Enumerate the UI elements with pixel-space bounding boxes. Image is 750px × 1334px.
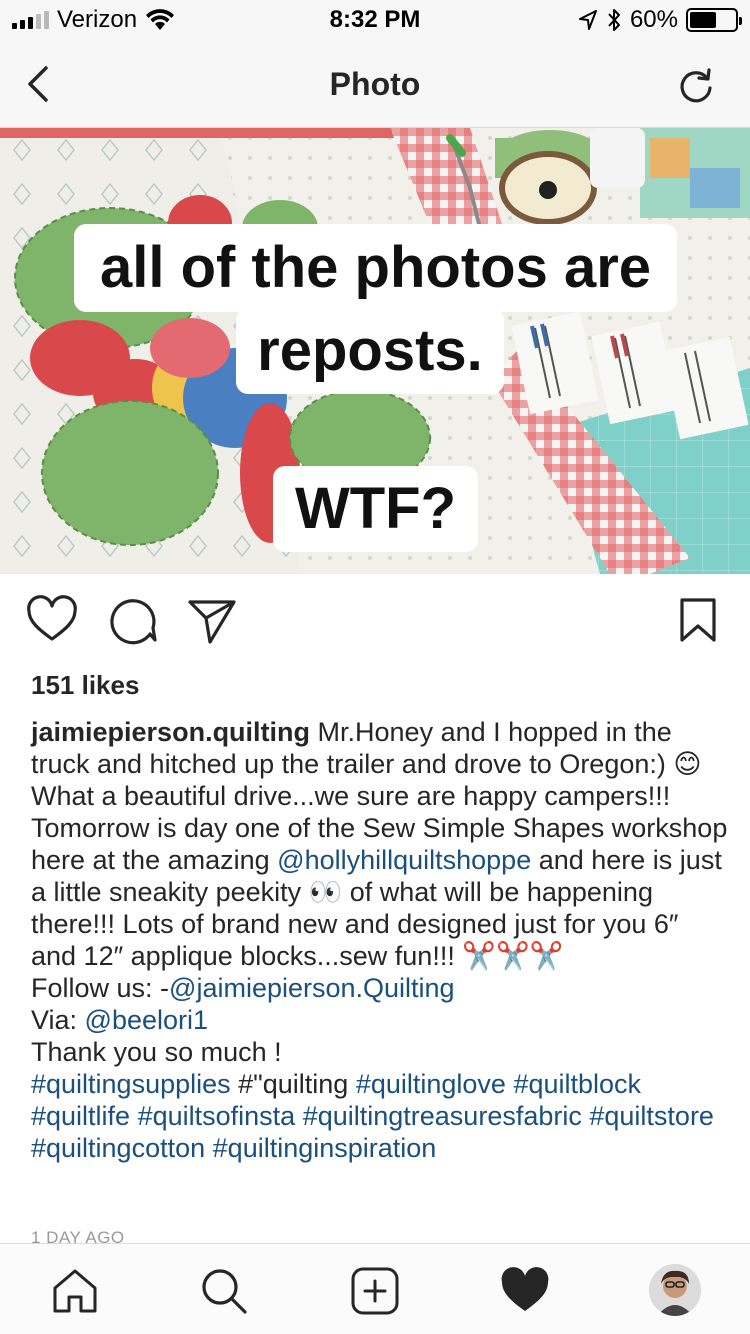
- hashtag-link[interactable]: #quiltingsupplies: [31, 1069, 231, 1099]
- hashtag-link[interactable]: #quiltblock: [513, 1069, 641, 1099]
- follow-prefix: Follow us: -: [31, 973, 170, 1003]
- like-button[interactable]: [26, 594, 78, 646]
- tab-activity[interactable]: [500, 1266, 550, 1316]
- post-username[interactable]: jaimiepierson.quilting: [31, 717, 310, 747]
- mention-link[interactable]: @hollyhillquiltshoppe: [277, 845, 531, 875]
- likes-count[interactable]: 151 likes: [31, 670, 139, 701]
- hashtag-link[interactable]: #quiltstore: [589, 1101, 714, 1131]
- heart-filled-icon: [501, 1267, 549, 1311]
- thanks-line: Thank you so much !: [31, 1037, 282, 1067]
- photo-overlay-line-1: all of the photos are: [74, 224, 677, 312]
- hashtags: #quiltingsupplies #"quilting #quiltinglo…: [31, 1068, 731, 1164]
- tab-new-post[interactable]: [350, 1266, 400, 1316]
- follow-line: Follow us: -@jaimiepierson.Quilting: [31, 972, 731, 1004]
- hashtag-link[interactable]: #quiltinginspiration: [213, 1133, 437, 1163]
- post-timestamp: 1 DAY AGO: [31, 1228, 125, 1244]
- refresh-icon: [680, 68, 712, 103]
- share-button[interactable]: [186, 594, 238, 646]
- follow-handle-link[interactable]: @jaimiepierson.Quilting: [169, 973, 455, 1003]
- tab-home[interactable]: [50, 1266, 100, 1316]
- photo-overlay-line-3: WTF?: [273, 466, 478, 552]
- caption-body: jaimiepierson.quilting Mr.Honey and I ho…: [31, 716, 731, 972]
- hashtag-link[interactable]: #quiltingcotton: [31, 1133, 205, 1163]
- via-handle-link[interactable]: @beelori1: [85, 1005, 208, 1035]
- battery-icon: [686, 8, 742, 32]
- battery-fill: [690, 12, 717, 28]
- nav-bar: Photo: [0, 40, 750, 128]
- bluetooth-icon: [608, 9, 620, 31]
- post-photo[interactable]: all of the photos are reposts. WTF?: [0, 128, 750, 574]
- via-prefix: Via:: [31, 1005, 85, 1035]
- tab-profile[interactable]: [649, 1264, 701, 1316]
- post-caption: jaimiepierson.quilting Mr.Honey and I ho…: [31, 716, 731, 1164]
- tab-bar: [0, 1243, 750, 1334]
- refresh-button[interactable]: [676, 66, 716, 106]
- hashtag-plain-text: #"quilting: [230, 1069, 356, 1099]
- bookmark-icon: [680, 598, 716, 642]
- profile-avatar: [649, 1264, 701, 1316]
- add-post-icon: [351, 1267, 399, 1315]
- home-icon: [53, 1269, 97, 1313]
- location-arrow-icon: [578, 10, 597, 30]
- status-right: 60%: [578, 6, 742, 34]
- search-icon: [202, 1269, 247, 1314]
- hashtag-link[interactable]: #quiltlife: [31, 1101, 130, 1131]
- battery-percent: 60%: [629, 6, 678, 33]
- photo-overlay-line-2: reposts.: [236, 308, 504, 394]
- post-actions: [0, 594, 750, 654]
- heart-outline-icon: [27, 595, 77, 641]
- hashtag-link[interactable]: #quiltsofinsta: [138, 1101, 296, 1131]
- comment-button[interactable]: [106, 594, 158, 646]
- comment-icon: [110, 599, 157, 645]
- hashtag-link[interactable]: #quiltingtreasuresfabric: [303, 1101, 582, 1131]
- page-title: Photo: [329, 66, 421, 102]
- tab-search[interactable]: [199, 1266, 249, 1316]
- status-bar: Verizon 8:32 PM 60%: [0, 0, 750, 40]
- paper-plane-icon: [188, 600, 236, 644]
- save-button[interactable]: [672, 594, 724, 646]
- via-line: Via: @beelori1: [31, 1004, 731, 1036]
- hashtag-link[interactable]: #quiltinglove: [356, 1069, 506, 1099]
